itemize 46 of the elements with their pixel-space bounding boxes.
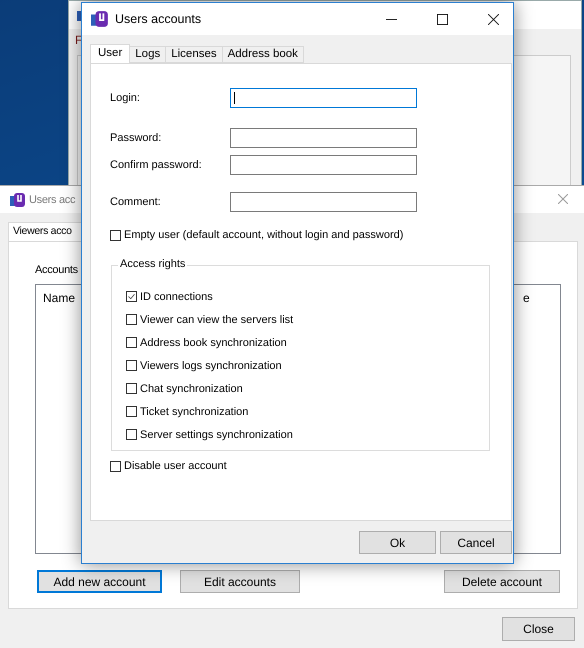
close-button[interactable]: Close [502,617,575,641]
checkbox[interactable] [126,291,137,302]
cancel-button[interactable]: Cancel [440,531,512,554]
group-label: Accounts [35,264,78,276]
field-label: Comment: [110,196,162,208]
input-field[interactable] [230,192,417,212]
edit-accounts-button[interactable]: Edit accounts [180,570,300,593]
checkbox-label: Ticket synchronization [140,406,248,418]
checkbox-label: Disable user account [124,460,227,472]
input-field[interactable] [230,155,417,175]
ok-button[interactable]: Ok [359,531,436,554]
checkbox-label: Viewers logs synchronization [140,360,282,372]
field-label: Confirm password: [110,159,203,171]
app-icon [91,10,109,28]
checkbox[interactable] [110,230,121,240]
checkbox[interactable] [126,429,137,440]
checkbox-label: Empty user (default account, without login and password) [124,229,404,241]
close-icon[interactable] [488,14,499,24]
tab[interactable]: Licenses [166,46,223,63]
checkbox-label: Address book synchronization [140,336,287,348]
checkbox-label: Server settings synchronization [140,428,293,440]
field-label: Login: [110,92,141,104]
checkbox[interactable] [126,383,137,394]
column-header[interactable]: e [523,291,530,305]
tab[interactable]: Logs [130,46,166,63]
window-title: Users acc [29,194,76,206]
field-label: Password: [110,132,162,144]
checkbox-label: ID connections [140,290,213,302]
checkbox[interactable] [126,406,137,417]
maximize-icon[interactable] [437,14,448,24]
add-account-button[interactable]: Add new account [37,570,162,593]
checkbox-label: Viewer can view the servers list [140,314,294,326]
tab[interactable]: User [90,44,130,64]
column-header[interactable]: Name [43,291,76,305]
group-title: Access rights [118,258,188,270]
checkbox[interactable] [126,360,137,371]
checkbox-label: Chat synchronization [140,382,243,394]
window-title: Users accounts [115,12,202,26]
delete-account-button[interactable]: Delete account [444,570,560,593]
input-field[interactable] [230,88,417,108]
tab[interactable]: Address book [222,46,304,63]
checkbox[interactable] [126,314,137,325]
checkbox[interactable] [126,337,137,348]
input-field[interactable] [230,128,417,148]
checkbox[interactable] [110,460,121,472]
app-icon [10,192,26,208]
